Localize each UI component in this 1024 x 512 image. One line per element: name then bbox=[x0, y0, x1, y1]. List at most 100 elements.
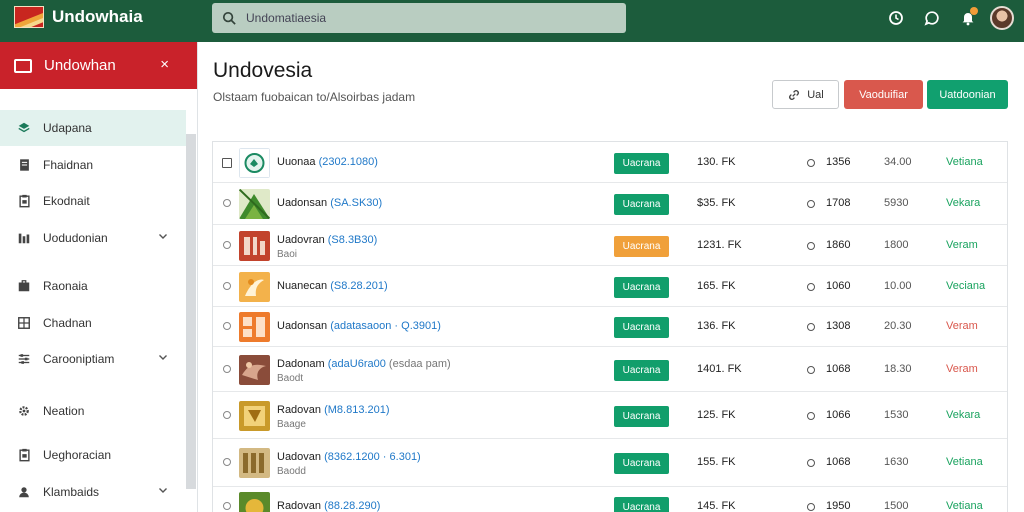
chevron-down-icon[interactable] bbox=[158, 351, 168, 365]
product-name[interactable]: Uadovan (8362.1200 · 6.301) bbox=[277, 451, 421, 463]
secondary-button[interactable]: Ual bbox=[772, 80, 839, 109]
top-bar: Undowhaia bbox=[0, 0, 1024, 42]
sidebar-item-raonaia[interactable]: Raonaia bbox=[0, 268, 186, 304]
row-checkbox[interactable] bbox=[223, 365, 231, 373]
row-radio[interactable] bbox=[807, 200, 815, 208]
row-checkbox[interactable] bbox=[223, 241, 231, 249]
status-badge: Uacrana bbox=[614, 153, 669, 174]
clipboard-icon bbox=[16, 448, 32, 462]
product-code[interactable]: (adatasaoon · Q.3901) bbox=[330, 320, 441, 332]
row-action-link[interactable]: Vetiana bbox=[946, 500, 983, 512]
row-action-link[interactable]: Veram bbox=[946, 363, 978, 375]
price-cell: 1401. FK bbox=[697, 363, 742, 375]
row-action-link[interactable]: Vekara bbox=[946, 197, 980, 209]
product-tag: Baodd bbox=[277, 466, 306, 477]
row-checkbox[interactable] bbox=[223, 411, 231, 419]
sidebar-item-udapana[interactable]: Udapana bbox=[0, 110, 186, 146]
table-row[interactable]: Radovan (88.28.290) Uacrana 145. FK 1950 150… bbox=[213, 487, 1007, 512]
row-radio[interactable] bbox=[807, 283, 815, 291]
product-table: Uuonaa (2302.1080) Uacrana 130. FK 1356 34.0… bbox=[212, 141, 1008, 512]
product-name-text: Uadonsan bbox=[277, 197, 331, 209]
danger-button[interactable]: Vaoduifiar bbox=[844, 80, 923, 109]
sidebar-item-klambaids[interactable]: Klambaids bbox=[0, 474, 186, 510]
clock-icon[interactable] bbox=[878, 4, 914, 32]
table-row[interactable]: Uadovran (S8.3B30) Baoi Uacrana 1231. FK 186… bbox=[213, 225, 1007, 266]
product-code[interactable]: (adaU6ra00 bbox=[328, 358, 386, 370]
sidebar-item-ekodnait[interactable]: Ekodnait bbox=[0, 183, 186, 219]
row-radio[interactable] bbox=[807, 503, 815, 511]
row-checkbox[interactable] bbox=[222, 158, 232, 168]
main-content: Undovesia Olstaam fuobaican to/Alsoirbas… bbox=[198, 42, 1024, 512]
row-action-link[interactable]: Vetiana bbox=[946, 456, 983, 468]
primary-button[interactable]: Uatdoonian bbox=[927, 80, 1008, 109]
product-code[interactable]: (S8.3B30) bbox=[328, 234, 378, 246]
row-checkbox[interactable] bbox=[223, 282, 231, 290]
value-cell: 1800 bbox=[884, 239, 909, 251]
sidebar-item-ueghoracian[interactable]: Ueghoracian bbox=[0, 437, 186, 473]
search-bar[interactable] bbox=[212, 3, 626, 33]
row-checkbox[interactable] bbox=[223, 199, 231, 207]
sidebar-item-neation[interactable]: Neation bbox=[0, 393, 186, 429]
close-icon[interactable]: × bbox=[160, 56, 169, 73]
sidebar-item-label: Udapana bbox=[43, 121, 92, 135]
chat-icon[interactable] bbox=[914, 4, 950, 32]
product-name[interactable]: Uadonsan (SA.SK30) bbox=[277, 197, 382, 209]
row-radio[interactable] bbox=[807, 412, 815, 420]
search-input[interactable] bbox=[246, 11, 606, 25]
row-checkbox[interactable] bbox=[223, 458, 231, 466]
row-action-link[interactable]: Vetiana bbox=[946, 156, 983, 168]
table-row[interactable]: Radovan (M8.813.201) Baage Uacrana 125. FK 1… bbox=[213, 392, 1007, 439]
table-row[interactable]: Uadonsan (SA.SK30) Uacrana $35. FK 1708 5930… bbox=[213, 183, 1007, 225]
row-radio[interactable] bbox=[807, 242, 815, 250]
product-thumbnail bbox=[239, 189, 270, 219]
product-code[interactable]: (8362.1200 · 6.301) bbox=[324, 451, 421, 463]
row-checkbox[interactable] bbox=[223, 502, 231, 510]
row-action-link[interactable]: Veram bbox=[946, 320, 978, 332]
product-name-text: Radovan bbox=[277, 404, 325, 416]
bell-icon[interactable] bbox=[950, 4, 986, 32]
sidebar-item-fhaidnan[interactable]: Fhaidnan bbox=[0, 147, 186, 183]
product-code[interactable]: (M8.813.201) bbox=[324, 404, 389, 416]
status-badge: Uacrana bbox=[614, 317, 669, 338]
brand[interactable]: Undowhaia bbox=[14, 6, 143, 28]
table-row[interactable]: Uadonsan (adatasaoon · Q.3901) Uacrana 136… bbox=[213, 307, 1007, 347]
row-action-link[interactable]: Veram bbox=[946, 239, 978, 251]
product-name[interactable]: Radovan (M8.813.201) bbox=[277, 404, 390, 416]
table-row[interactable]: Uadovan (8362.1200 · 6.301) Baodd Uacrana 1… bbox=[213, 439, 1007, 487]
product-name[interactable]: Dadonam (adaU6ra00 (esdaa pam) bbox=[277, 358, 451, 370]
sidebar-item-uodudonian[interactable]: Uodudonian bbox=[0, 220, 186, 256]
sidebar-item-carooniptiam[interactable]: Carooniptiam bbox=[0, 341, 186, 377]
product-tag: Baage bbox=[277, 419, 306, 430]
row-radio[interactable] bbox=[807, 159, 815, 167]
product-code[interactable]: (2302.1080) bbox=[319, 156, 378, 168]
row-radio[interactable] bbox=[807, 459, 815, 467]
user-icon bbox=[16, 485, 32, 499]
sidebar-scrollbar[interactable] bbox=[186, 134, 196, 489]
clipboard-icon bbox=[16, 194, 32, 208]
value-cell: 1630 bbox=[884, 456, 909, 468]
price-cell: 165. FK bbox=[697, 280, 736, 292]
price-cell: 130. FK bbox=[697, 156, 736, 168]
product-name[interactable]: Uuonaa (2302.1080) bbox=[277, 156, 378, 168]
chevron-down-icon[interactable] bbox=[158, 484, 168, 498]
row-radio[interactable] bbox=[807, 366, 815, 374]
product-code[interactable]: (SA.SK30) bbox=[330, 197, 382, 209]
product-name[interactable]: Uadonsan (adatasaoon · Q.3901) bbox=[277, 320, 441, 332]
table-row[interactable]: Nuanecan (S8.28.201) Uacrana 165. FK 1060 10… bbox=[213, 266, 1007, 307]
table-row[interactable]: Dadonam (adaU6ra00 (esdaa pam) Baodt Uacra… bbox=[213, 347, 1007, 392]
product-code[interactable]: (88.28.290) bbox=[324, 500, 380, 512]
row-action-link[interactable]: Veciana bbox=[946, 280, 985, 292]
table-row[interactable]: Uuonaa (2302.1080) Uacrana 130. FK 1356 34.0… bbox=[213, 142, 1007, 183]
avatar[interactable] bbox=[990, 6, 1014, 30]
product-name[interactable]: Nuanecan (S8.28.201) bbox=[277, 280, 388, 292]
row-action-link[interactable]: Vekara bbox=[946, 409, 980, 421]
product-name[interactable]: Radovan (88.28.290) bbox=[277, 500, 380, 512]
product-code[interactable]: (S8.28.201) bbox=[330, 280, 387, 292]
chevron-down-icon[interactable] bbox=[158, 230, 168, 244]
sidebar-item-label: Raonaia bbox=[43, 279, 88, 293]
product-name[interactable]: Uadovran (S8.3B30) bbox=[277, 234, 377, 246]
sidebar-title: Undowhan bbox=[44, 57, 116, 74]
row-checkbox[interactable] bbox=[223, 322, 231, 330]
row-radio[interactable] bbox=[807, 323, 815, 331]
sidebar-item-chadnan[interactable]: Chadnan bbox=[0, 305, 186, 341]
